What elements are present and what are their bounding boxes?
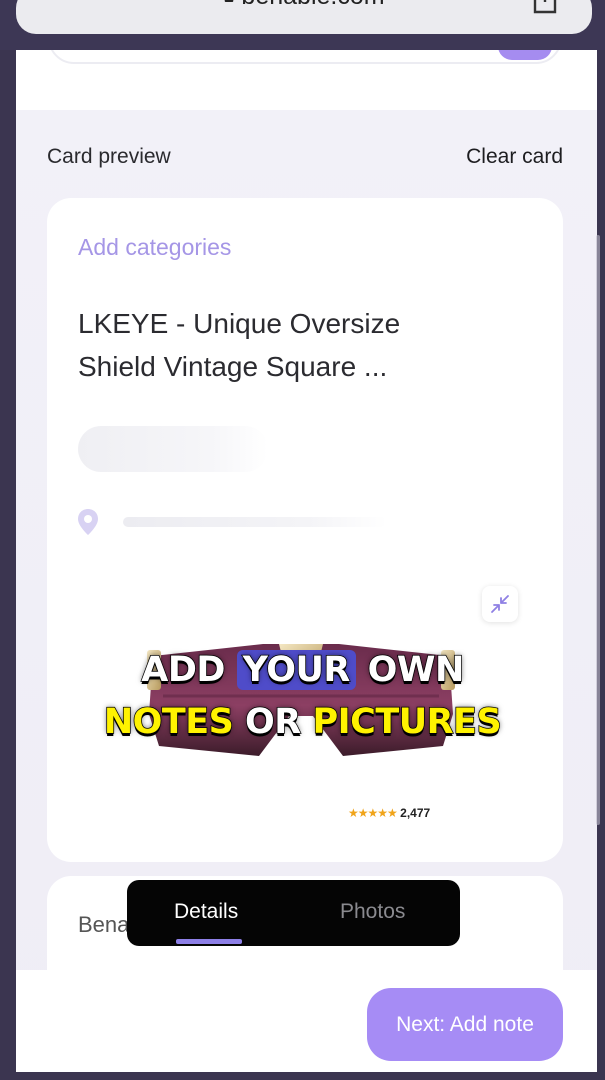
caption-word-or: OR <box>244 701 302 743</box>
screen-bottom-edge <box>0 1072 605 1080</box>
scrollbar[interactable] <box>596 235 600 825</box>
star-rating-icon: ★★★★★ <box>348 806 398 820</box>
card-preview: Add categories LKEYE - Unique Oversize S… <box>47 198 563 862</box>
product-rating: ★★★★★ 2,477 <box>348 806 430 820</box>
collapse-arrows-icon <box>491 595 509 613</box>
caption-word-add: ADD <box>141 649 227 691</box>
card-title-line-2: Shield Vintage Square ... <box>78 351 388 382</box>
submit-link-button[interactable] <box>498 50 552 60</box>
location-pin-icon <box>78 509 98 535</box>
caption-word-your: YOUR <box>236 649 356 691</box>
details-card-label: Bena <box>78 912 130 937</box>
details-photos-tabbar: Details Photos <box>127 880 460 946</box>
review-count: 2,477 <box>400 806 431 820</box>
caption-line-1: ADD YOUR OWN <box>0 649 605 691</box>
location-placeholder <box>123 517 387 527</box>
price-placeholder <box>78 426 268 472</box>
top-panel <box>16 50 597 110</box>
add-categories-link[interactable]: Add categories <box>78 234 231 261</box>
card-preview-label: Card preview <box>47 145 171 168</box>
caption-line-2: NOTES OR PICTURES <box>0 701 605 743</box>
url-text: benable.com <box>241 0 384 10</box>
active-tab-indicator <box>176 939 242 944</box>
lock-icon <box>225 0 234 2</box>
next-add-note-button[interactable]: Next: Add note <box>367 988 563 1061</box>
card-title: LKEYE - Unique Oversize Shield Vintage S… <box>78 302 498 388</box>
caption-word-notes: NOTES <box>103 701 235 743</box>
collapse-image-button[interactable] <box>482 586 518 622</box>
url-display[interactable]: benable.com <box>16 0 592 11</box>
tab-details[interactable]: Details <box>174 900 238 924</box>
clear-card-button[interactable]: Clear card <box>466 145 563 169</box>
link-input[interactable] <box>48 50 562 64</box>
tab-photos[interactable]: Photos <box>340 900 405 924</box>
browser-toolbar: benable.com <box>0 0 605 50</box>
address-bar[interactable]: benable.com <box>16 0 592 34</box>
share-icon[interactable] <box>530 0 560 14</box>
caption-word-own: OWN <box>367 649 465 691</box>
card-preview-header: Card preview Clear card <box>47 145 563 169</box>
card-title-line-1: LKEYE - Unique Oversize <box>78 308 401 339</box>
caption-word-pictures: PICTURES <box>312 701 503 743</box>
